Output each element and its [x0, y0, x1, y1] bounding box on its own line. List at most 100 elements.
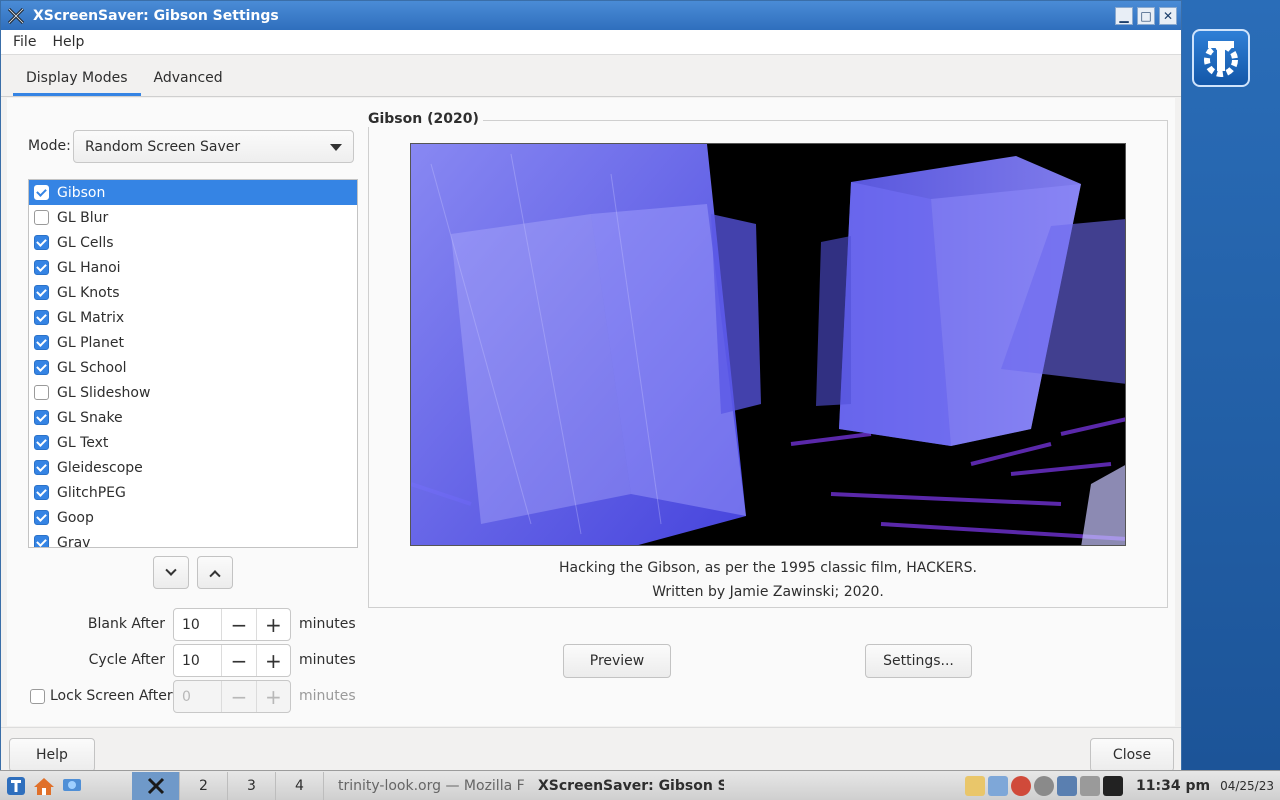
list-item[interactable]: Goop	[29, 505, 357, 530]
trinity-menu-icon[interactable]	[4, 774, 28, 798]
list-item-checkbox[interactable]	[34, 410, 49, 425]
clock-date[interactable]: 04/25/23	[1220, 779, 1274, 793]
list-item-checkbox[interactable]	[34, 510, 49, 525]
plus-icon: +	[264, 684, 282, 709]
cycle-after-row: Cycle After 10 − + minutes	[7, 644, 367, 678]
home-icon[interactable]	[32, 774, 56, 798]
task-xscreensaver-label: XScreenSaver: Gibson S	[538, 777, 724, 794]
list-item-label: Goop	[57, 509, 94, 526]
task-firefox[interactable]: trinity-look.org — Mozilla F	[324, 772, 524, 800]
network-icon[interactable]	[60, 774, 84, 798]
list-item[interactable]: GlitchPEG	[29, 480, 357, 505]
menu-help[interactable]: Help	[44, 34, 92, 50]
lock-screen-spinner: 0 − +	[173, 680, 291, 713]
list-item[interactable]: Gibson	[29, 180, 357, 205]
display-icon[interactable]	[988, 775, 1009, 796]
update-icon[interactable]	[1011, 775, 1032, 796]
monitor-icon[interactable]	[1057, 775, 1078, 796]
xscreensaver-icon	[7, 7, 25, 24]
list-item-checkbox[interactable]	[34, 285, 49, 300]
list-item[interactable]: GL Hanoi	[29, 255, 357, 280]
close-window-button[interactable]: ✕	[1159, 6, 1177, 25]
taskbar: 2 3 4 trinity-look.org — Mozilla F XScre…	[0, 770, 1280, 800]
list-item[interactable]: GL Snake	[29, 405, 357, 430]
list-item[interactable]: GL Text	[29, 430, 357, 455]
minus-icon: −	[230, 612, 248, 637]
tab-advanced[interactable]: Advanced	[141, 70, 236, 96]
screensaver-list[interactable]: Gibson GL Blur GL Cells GL Hanoi GL Knots GL …	[28, 179, 358, 548]
blank-after-increment[interactable]: +	[255, 609, 290, 640]
desktop-1-button[interactable]	[132, 771, 180, 800]
maximize-icon: □	[1140, 8, 1152, 23]
list-item-checkbox[interactable]	[34, 310, 49, 325]
blank-after-decrement[interactable]: −	[221, 609, 255, 640]
desktop-3-button[interactable]: 3	[228, 771, 276, 800]
list-item[interactable]: GL Cells	[29, 230, 357, 255]
mode-dropdown[interactable]: Random Screen Saver	[73, 130, 354, 163]
screensaver-preview	[410, 143, 1126, 546]
cycle-after-value[interactable]: 10	[174, 645, 221, 676]
list-item[interactable]: GL Knots	[29, 280, 357, 305]
settings-window: XScreenSaver: Gibson Settings ▁ □ ✕ File…	[0, 0, 1182, 772]
list-item[interactable]: Gleidescope	[29, 455, 357, 480]
settings-button[interactable]: Settings...	[865, 644, 972, 678]
move-up-button[interactable]	[197, 556, 233, 589]
list-item-label: Gibson	[57, 184, 106, 201]
list-item-checkbox[interactable]	[34, 460, 49, 475]
cycle-after-increment[interactable]: +	[255, 645, 290, 676]
cycle-after-decrement[interactable]: −	[221, 645, 255, 676]
lock-screen-checkbox[interactable]	[30, 689, 45, 704]
plus-icon: +	[264, 612, 282, 637]
list-item[interactable]: GL Blur	[29, 205, 357, 230]
lock-screen-decrement: −	[221, 681, 255, 712]
move-down-button[interactable]	[153, 556, 189, 589]
preview-button[interactable]: Preview	[563, 644, 671, 678]
list-item[interactable]: GL Matrix	[29, 305, 357, 330]
list-item-label: GL School	[57, 359, 127, 376]
close-button[interactable]: Close	[1090, 738, 1174, 772]
system-tray	[965, 775, 1126, 796]
list-item[interactable]: Grav	[29, 530, 357, 547]
list-item-label: GlitchPEG	[57, 484, 126, 501]
task-xscreensaver[interactable]: XScreenSaver: Gibson S	[524, 772, 724, 800]
cycle-after-spinner[interactable]: 10 − +	[173, 644, 291, 677]
list-item-label: GL Cells	[57, 234, 114, 251]
settings-tray-icon[interactable]	[1080, 775, 1101, 796]
list-item-checkbox[interactable]	[34, 360, 49, 375]
list-item-label: GL Blur	[57, 209, 109, 226]
list-item-checkbox[interactable]	[34, 485, 49, 500]
list-item-checkbox[interactable]	[34, 260, 49, 275]
dropdown-arrow-icon	[330, 144, 342, 151]
blank-after-spinner[interactable]: 10 − +	[173, 608, 291, 641]
minimize-icon: ▁	[1119, 8, 1129, 23]
maximize-button[interactable]: □	[1137, 6, 1155, 25]
trinity-desktop-logo-icon[interactable]	[1192, 29, 1250, 87]
title-bar[interactable]: XScreenSaver: Gibson Settings ▁ □ ✕	[1, 1, 1181, 30]
list-item[interactable]: GL School	[29, 355, 357, 380]
keyboard-icon[interactable]	[1103, 775, 1124, 796]
desktop-4-button[interactable]: 4	[276, 771, 324, 800]
dialog-footer: Help Close	[1, 727, 1181, 772]
list-item-checkbox[interactable]	[34, 235, 49, 250]
list-item[interactable]: GL Slideshow	[29, 380, 357, 405]
list-item-checkbox[interactable]	[34, 535, 49, 547]
list-item-checkbox[interactable]	[34, 335, 49, 350]
clock-time[interactable]: 11:34 pm	[1136, 778, 1210, 794]
blank-after-value[interactable]: 10	[174, 609, 221, 640]
list-item-checkbox[interactable]	[34, 435, 49, 450]
klipper-icon[interactable]	[965, 775, 986, 796]
volume-icon[interactable]	[1034, 775, 1055, 796]
lock-screen-increment: +	[255, 681, 290, 712]
tab-display-modes[interactable]: Display Modes	[13, 70, 141, 96]
list-item-label: GL Planet	[57, 334, 124, 351]
help-button[interactable]: Help	[9, 738, 95, 772]
menu-bar: File Help	[1, 30, 1181, 55]
list-item-checkbox[interactable]	[34, 385, 49, 400]
list-item-checkbox[interactable]	[34, 185, 49, 200]
desktop-2-button[interactable]: 2	[180, 771, 228, 800]
list-item[interactable]: GL Planet	[29, 330, 357, 355]
minimize-button[interactable]: ▁	[1115, 6, 1133, 25]
lock-screen-label: Lock Screen After	[50, 688, 173, 704]
menu-file[interactable]: File	[5, 34, 44, 50]
list-item-checkbox[interactable]	[34, 210, 49, 225]
